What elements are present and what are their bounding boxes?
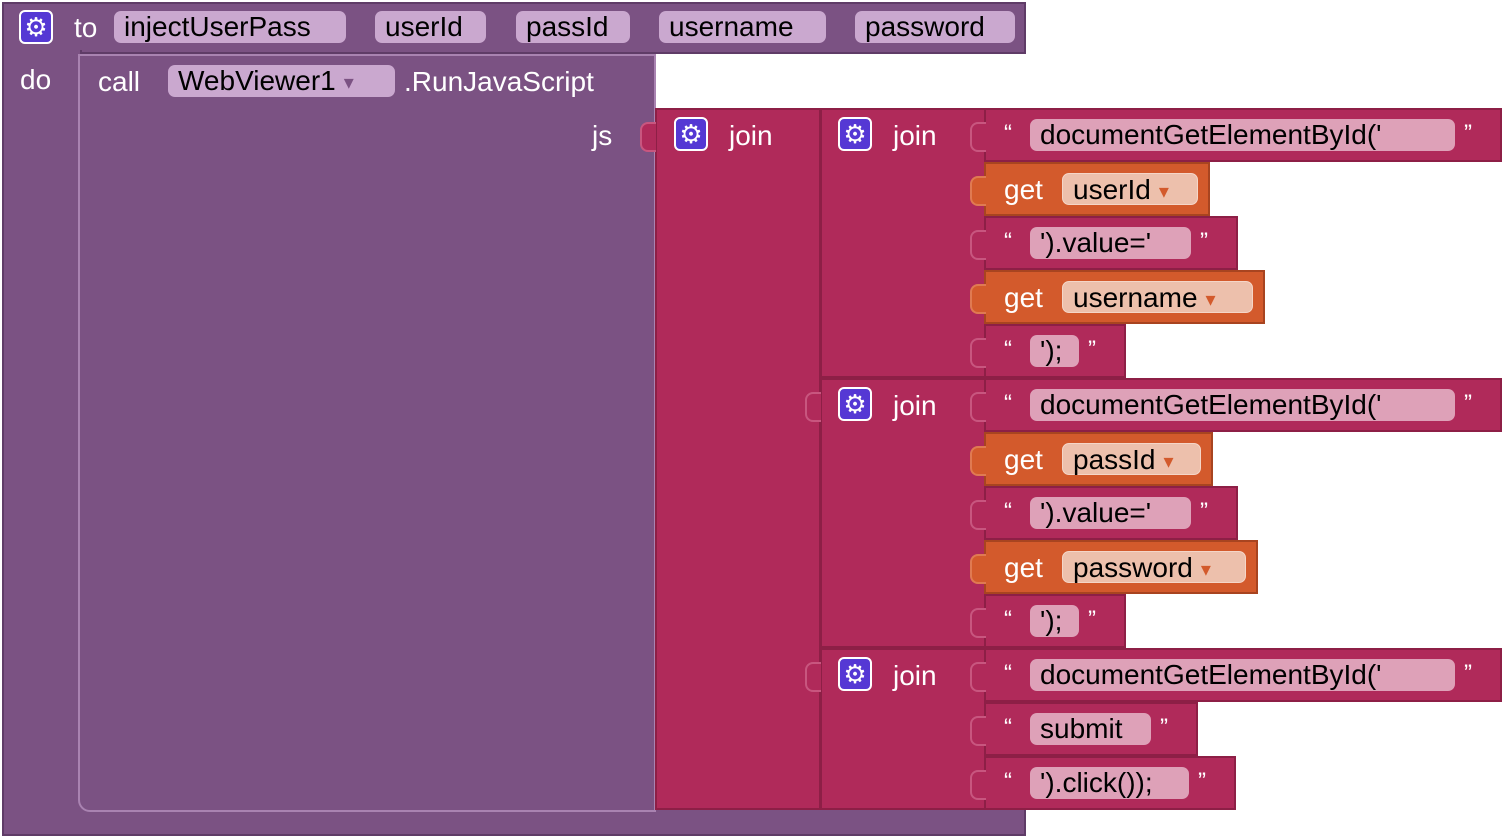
- text-field[interactable]: ').click());: [1030, 767, 1189, 799]
- open-quote: “: [1004, 660, 1012, 687]
- socket-tab: [970, 770, 986, 800]
- socket-tab: [970, 716, 986, 746]
- socket-tab: [970, 608, 986, 638]
- close-quote: ”: [1200, 228, 1208, 255]
- param-password[interactable]: password: [855, 11, 1015, 43]
- close-quote: ”: [1200, 498, 1208, 525]
- open-quote: “: [1004, 606, 1012, 633]
- dropdown-arrow-icon[interactable]: ▾: [1206, 284, 1216, 316]
- procedure-body: [2, 50, 82, 810]
- text-field[interactable]: ');: [1030, 605, 1079, 637]
- socket-tab: [970, 554, 986, 584]
- close-quote: ”: [1160, 714, 1168, 741]
- variable-name: passId: [1073, 444, 1156, 475]
- close-quote: ”: [1088, 606, 1096, 633]
- join-1-gear-icon[interactable]: ⚙: [838, 117, 872, 151]
- dropdown-arrow-icon[interactable]: ▾: [1201, 554, 1211, 586]
- text-field[interactable]: documentGetElementById(': [1030, 659, 1455, 691]
- param-userid[interactable]: userId: [375, 11, 486, 43]
- variable-dropdown[interactable]: userId ▾: [1062, 173, 1198, 205]
- join-2-label: join: [893, 390, 937, 421]
- join-3-label: join: [893, 660, 937, 691]
- close-quote: ”: [1464, 660, 1472, 687]
- close-quote: ”: [1198, 768, 1206, 795]
- socket-tab: [970, 176, 986, 206]
- call-label: call: [98, 66, 141, 97]
- call-block[interactable]: [78, 54, 656, 812]
- close-quote: ”: [1088, 336, 1096, 363]
- socket-tab: [970, 338, 986, 368]
- variable-dropdown[interactable]: username ▾: [1062, 281, 1253, 313]
- join-outer-label: join: [729, 120, 773, 151]
- close-quote: ”: [1464, 120, 1472, 147]
- join-2-socket-tab: [805, 392, 821, 422]
- procedure-name-field[interactable]: injectUserPass: [114, 11, 346, 43]
- open-quote: “: [1004, 228, 1012, 255]
- socket-tab: [970, 122, 986, 152]
- socket-tab: [970, 284, 986, 314]
- join-outer-gear-icon[interactable]: ⚙: [674, 117, 708, 151]
- join-3-gear-icon[interactable]: ⚙: [838, 657, 872, 691]
- to-label: to: [74, 12, 98, 43]
- get-label: get: [1004, 444, 1043, 475]
- socket-tab: [640, 122, 656, 152]
- text-field[interactable]: documentGetElementById(': [1030, 119, 1455, 151]
- join-block-outer[interactable]: [655, 108, 821, 810]
- get-label: get: [1004, 174, 1043, 205]
- text-field[interactable]: ').value=': [1030, 497, 1191, 529]
- join-1-label: join: [893, 120, 937, 151]
- js-arg-label: js: [592, 120, 613, 151]
- open-quote: “: [1004, 498, 1012, 525]
- dropdown-arrow-icon[interactable]: ▾: [1164, 446, 1174, 478]
- text-field[interactable]: ').value=': [1030, 227, 1191, 259]
- text-field[interactable]: documentGetElementById(': [1030, 389, 1455, 421]
- get-label: get: [1004, 282, 1043, 313]
- socket-tab: [970, 392, 986, 422]
- socket-tab: [970, 500, 986, 530]
- component-name: WebViewer1: [178, 65, 336, 96]
- text-field[interactable]: ');: [1030, 335, 1079, 367]
- variable-name: userId: [1073, 174, 1151, 205]
- socket-tab: [970, 662, 986, 692]
- open-quote: “: [1004, 390, 1012, 417]
- socket-tab: [970, 446, 986, 476]
- do-label: do: [20, 64, 52, 95]
- variable-name: username: [1073, 282, 1198, 313]
- variable-dropdown[interactable]: password ▾: [1062, 551, 1246, 583]
- method-label: .RunJavaScript: [404, 66, 594, 97]
- open-quote: “: [1004, 336, 1012, 363]
- open-quote: “: [1004, 714, 1012, 741]
- close-quote: ”: [1464, 390, 1472, 417]
- param-passid[interactable]: passId: [516, 11, 630, 43]
- param-username[interactable]: username: [659, 11, 826, 43]
- variable-name: password: [1073, 552, 1193, 583]
- dropdown-arrow-icon[interactable]: ▾: [344, 67, 354, 99]
- socket-tab: [970, 230, 986, 260]
- open-quote: “: [1004, 768, 1012, 795]
- open-quote: “: [1004, 120, 1012, 147]
- text-field[interactable]: submit: [1030, 713, 1151, 745]
- variable-dropdown[interactable]: passId ▾: [1062, 443, 1201, 475]
- join-2-gear-icon[interactable]: ⚙: [838, 387, 872, 421]
- procedure-gear-icon[interactable]: ⚙: [19, 10, 53, 44]
- component-dropdown[interactable]: WebViewer1 ▾: [168, 65, 395, 97]
- join-3-socket-tab: [805, 662, 821, 692]
- dropdown-arrow-icon[interactable]: ▾: [1159, 176, 1169, 208]
- get-label: get: [1004, 552, 1043, 583]
